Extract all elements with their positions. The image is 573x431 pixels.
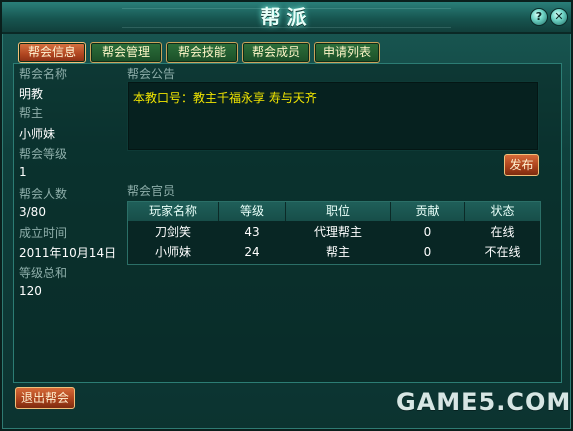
titlebar[interactable]: 帮派 ? ✕ (2, 2, 571, 34)
tab-guild-management[interactable]: 帮会管理 (90, 42, 162, 63)
cell-contribution: 0 (423, 225, 432, 239)
col-header-status: 状态 (465, 202, 540, 221)
help-icon[interactable]: ? (530, 8, 548, 26)
notice-label: 帮会公告 (127, 67, 176, 81)
cell-position: 帮主 (325, 245, 350, 259)
created-time-value: 2011年10月14日 (19, 246, 117, 260)
cell-position: 代理帮主 (313, 225, 362, 239)
notice-box[interactable]: 本教口号：教主千福永享 寿与天齐 (127, 81, 539, 151)
guild-name-label: 帮会名称 (19, 67, 68, 81)
guild-window: 帮派 ? ✕ 帮会信息 帮会管理 帮会技能 帮会成员 申请列表 帮会名称 明教 … (0, 0, 573, 431)
guild-leader-value: 小师妹 (19, 127, 56, 141)
tab-application-list[interactable]: 申请列表 (314, 42, 380, 63)
col-header-level: 等级 (219, 202, 286, 221)
watermark-text: GAME5.COM (396, 388, 572, 416)
guild-level-value: 1 (19, 165, 27, 179)
window-title: 帮派 (260, 5, 313, 29)
tab-guild-info[interactable]: 帮会信息 (18, 42, 86, 63)
tab-guild-members[interactable]: 帮会成员 (242, 42, 310, 63)
officers-table: 玩家名称 等级 职位 贡献 状态 刀剑笑 43 代理帮主 0 在线 小师妹 24… (127, 201, 541, 265)
col-header-player-name: 玩家名称 (128, 202, 219, 221)
publish-button[interactable]: 发布 (504, 154, 539, 176)
guild-name-value: 明教 (19, 87, 44, 101)
created-time-label: 成立时间 (19, 226, 68, 240)
cell-level: 24 (244, 245, 260, 259)
cell-status: 在线 (490, 225, 515, 239)
level-total-value: 120 (19, 284, 42, 298)
guild-leader-label: 帮主 (19, 106, 44, 120)
cell-player-name: 刀剑笑 (154, 225, 191, 239)
officers-label: 帮会官员 (127, 184, 176, 198)
guild-members-label: 帮会人数 (19, 187, 68, 201)
cell-status: 不在线 (484, 245, 521, 259)
notice-text: 本教口号：教主千福永享 寿与天齐 (133, 91, 317, 105)
leave-guild-button[interactable]: 退出帮会 (15, 387, 75, 409)
close-icon[interactable]: ✕ (550, 8, 568, 26)
level-total-label: 等级总和 (19, 266, 68, 280)
cell-contribution: 0 (423, 245, 432, 259)
guild-level-label: 帮会等级 (19, 147, 68, 161)
guild-members-value: 3/80 (19, 205, 46, 219)
cell-level: 43 (244, 225, 260, 239)
tab-guild-skills[interactable]: 帮会技能 (166, 42, 238, 63)
cell-player-name: 小师妹 (154, 245, 191, 259)
col-header-contribution: 贡献 (391, 202, 465, 221)
col-header-position: 职位 (286, 202, 391, 221)
